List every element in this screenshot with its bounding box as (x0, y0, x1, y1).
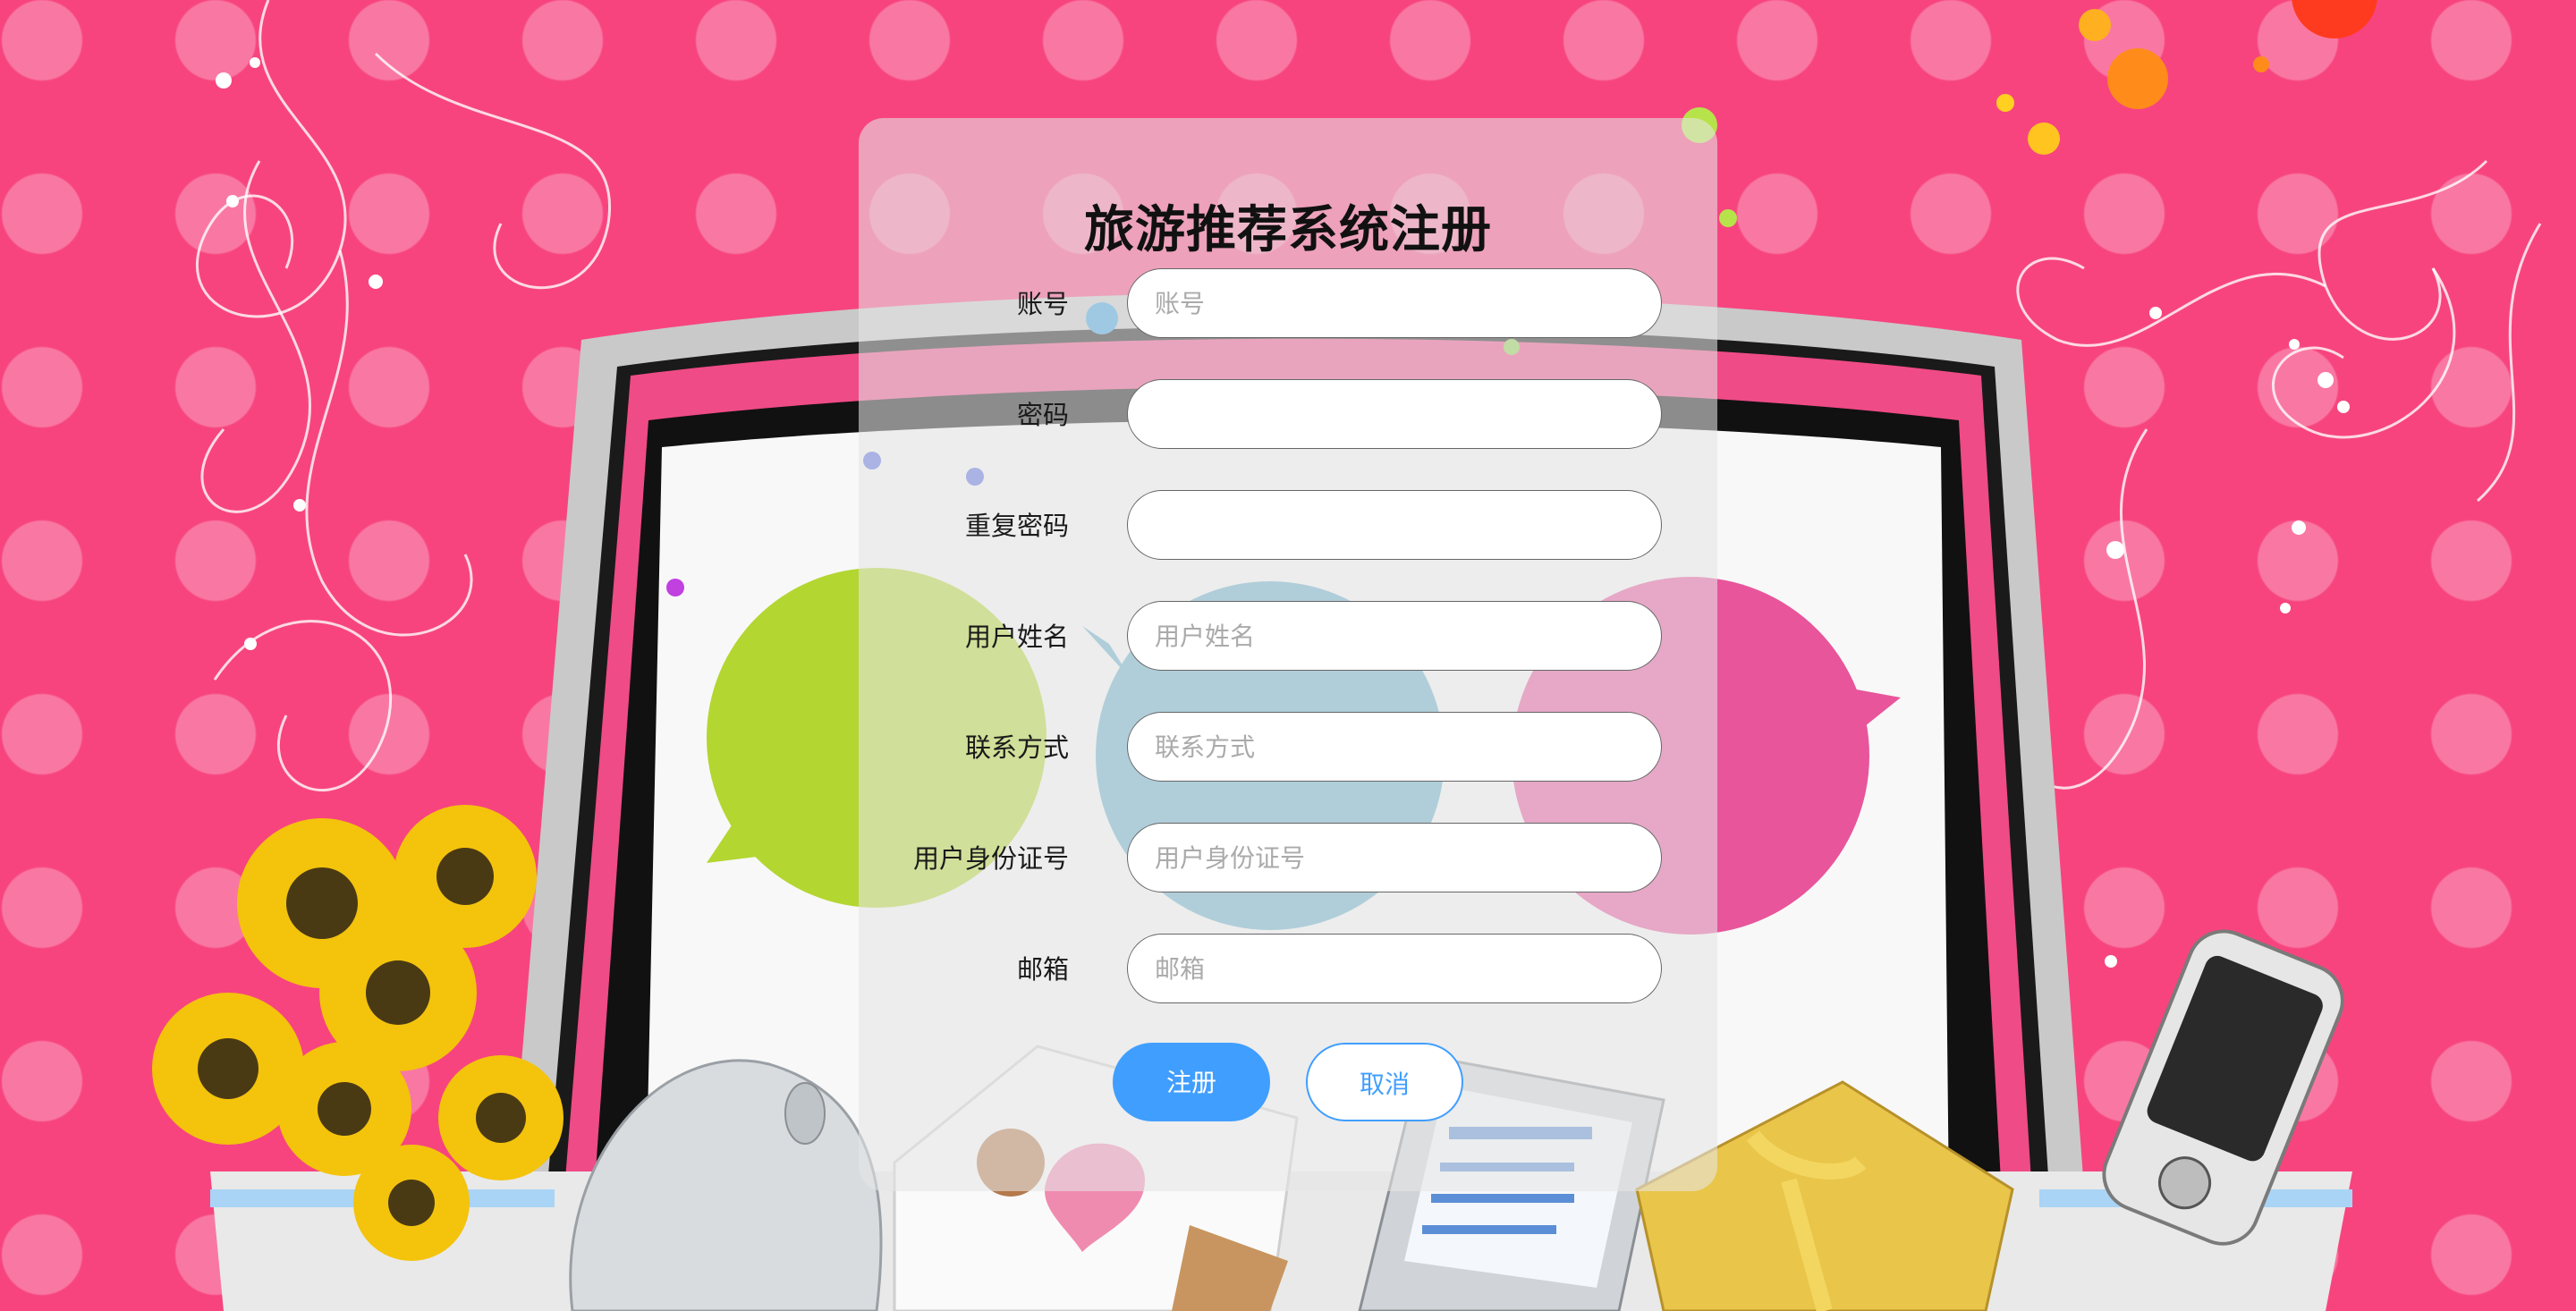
password-input[interactable] (1127, 379, 1662, 449)
repeat-password-label: 重复密码 (964, 511, 1069, 541)
account-label: 账号 (1016, 289, 1069, 319)
register-form-panel: 旅游推荐系统注册 账号 密码 重复密码 用户姓名 联系方式 用户身份证号 邮箱 … (859, 118, 1717, 1191)
id-number-label: 用户身份证号 (912, 843, 1069, 874)
swirl-ornament-right (2016, 159, 2542, 790)
email-label: 邮箱 (1016, 954, 1069, 985)
cancel-button[interactable]: 取消 (1306, 1043, 1463, 1121)
user-name-input[interactable] (1127, 601, 1662, 671)
id-number-row: 用户身份证号 (859, 823, 1717, 894)
password-row: 密码 (859, 379, 1717, 451)
account-row: 账号 (859, 268, 1717, 340)
user-name-row: 用户姓名 (859, 601, 1717, 672)
account-input[interactable] (1127, 268, 1662, 338)
repeat-password-input[interactable] (1127, 490, 1662, 560)
orange-bubble (2107, 48, 2168, 109)
email-row: 邮箱 (859, 934, 1717, 1005)
swirl-ornament-left (195, 0, 612, 792)
contact-row: 联系方式 (859, 712, 1717, 783)
email-input[interactable] (1127, 934, 1662, 1003)
repeat-password-row: 重复密码 (859, 490, 1717, 562)
contact-input[interactable] (1127, 712, 1662, 782)
form-title: 旅游推荐系统注册 (1084, 201, 1492, 259)
register-button[interactable]: 注册 (1113, 1043, 1270, 1121)
password-label: 密码 (1016, 400, 1069, 430)
id-number-input[interactable] (1127, 823, 1662, 892)
contact-label: 联系方式 (964, 732, 1069, 763)
user-name-label: 用户姓名 (964, 622, 1069, 652)
